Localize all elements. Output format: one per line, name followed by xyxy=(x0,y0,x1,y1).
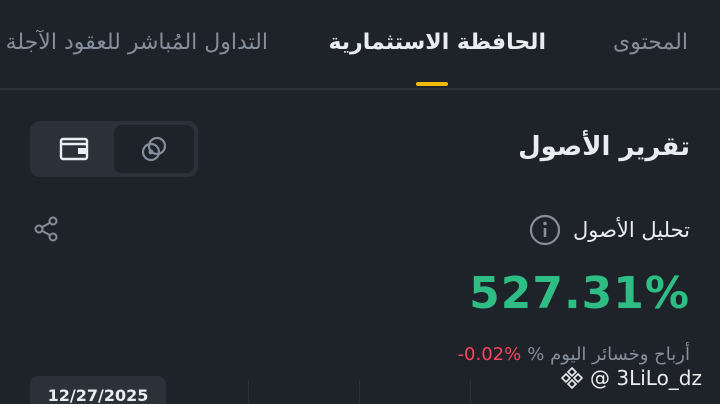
info-icon[interactable] xyxy=(529,214,561,246)
tab-content[interactable]: المحتوى xyxy=(613,30,688,55)
active-tab-indicator xyxy=(416,82,448,86)
tab-portfolio[interactable]: الحافظة الاستثمارية xyxy=(328,30,546,55)
today-pnl-value: -0.02% xyxy=(457,344,522,365)
share-icon xyxy=(34,216,58,242)
view-toggle xyxy=(30,121,198,177)
chain-link-icon xyxy=(141,136,167,162)
wallet-toggle-button[interactable] xyxy=(34,125,114,173)
tab-bar: المحتوى الحافظة الاستثمارية التداول المُ… xyxy=(0,0,720,88)
watermark: @ 3LiLo_dz xyxy=(560,366,702,390)
chart-gridline xyxy=(470,380,471,404)
asset-analysis-label: تحليل الأصول xyxy=(572,218,690,242)
today-pnl-row: -0.02% أرباح وخسائر اليوم % xyxy=(458,344,690,365)
tab-divider xyxy=(0,88,720,90)
page-title: تقرير الأصول xyxy=(518,132,690,162)
asset-analysis-header: تحليل الأصول xyxy=(529,214,690,246)
chart-gridline xyxy=(248,380,249,404)
chart-date-chip[interactable]: 12/27/2025 xyxy=(30,376,166,404)
today-pnl-label: أرباح وخسائر اليوم % xyxy=(527,344,690,365)
chart-gridline xyxy=(359,380,360,404)
diamond-logo-icon xyxy=(560,366,584,390)
tab-copy-futures[interactable]: التداول المُباشر للعقود الآجلة xyxy=(6,30,268,55)
total-return-value: 527.31% xyxy=(469,268,690,319)
wallet-icon xyxy=(59,137,89,161)
chain-toggle-button[interactable] xyxy=(114,125,194,173)
share-button[interactable] xyxy=(32,215,60,247)
watermark-text: @ 3LiLo_dz xyxy=(590,366,703,390)
